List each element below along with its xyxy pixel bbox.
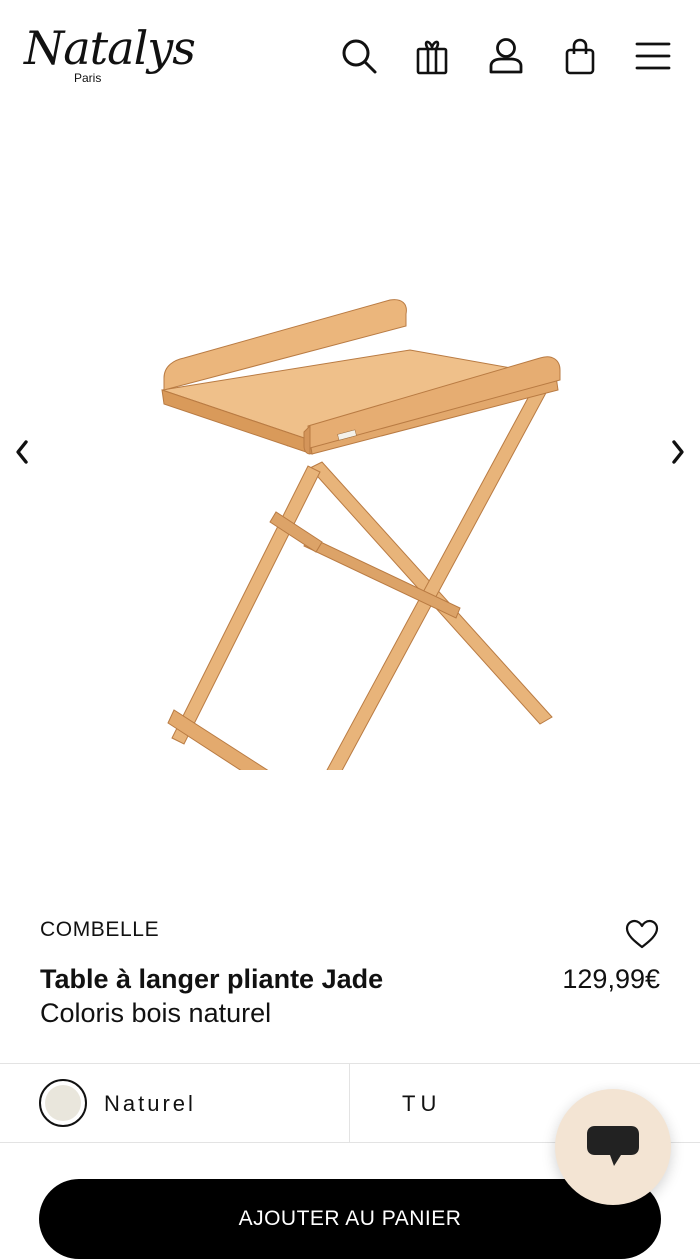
logo-subtext: Paris	[74, 71, 102, 85]
product-image	[161, 299, 561, 770]
product-title: Table à langer pliante Jade	[40, 964, 384, 994]
product-price: 129,99€	[562, 964, 660, 994]
user-icon[interactable]	[484, 34, 528, 78]
color-selector[interactable]: Naturel	[0, 1064, 350, 1142]
size-label: TU	[402, 1091, 442, 1116]
chevron-right-icon[interactable]	[663, 430, 693, 474]
color-label: Naturel	[104, 1091, 196, 1116]
chat-icon	[587, 1126, 639, 1166]
add-to-cart-button[interactable]: AJOUTER AU PANIER	[39, 1179, 661, 1259]
logo[interactable]: Natalys Paris	[24, 18, 196, 94]
chevron-left-icon[interactable]	[7, 430, 37, 474]
site-header: Natalys Paris	[0, 0, 700, 110]
product-subtitle: Coloris bois naturel	[40, 998, 272, 1028]
color-swatch-fill	[45, 1085, 81, 1121]
search-icon[interactable]	[337, 34, 381, 78]
bag-icon[interactable]	[558, 34, 602, 78]
product-gallery	[0, 110, 700, 880]
product-brand[interactable]: COMBELLE	[40, 918, 159, 942]
gift-icon[interactable]	[410, 34, 454, 78]
logo-text: Natalys	[24, 21, 196, 75]
heart-icon[interactable]	[620, 912, 664, 956]
menu-icon[interactable]	[631, 34, 675, 78]
chat-button[interactable]	[555, 1089, 671, 1205]
color-swatch[interactable]	[39, 1079, 87, 1127]
